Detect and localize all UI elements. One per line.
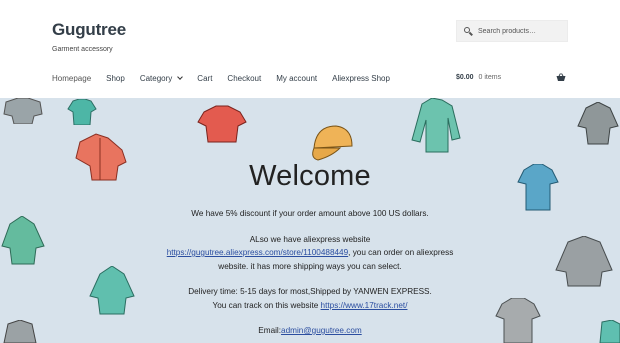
hoodie-illustration xyxy=(3,98,43,124)
tracking-line: You can track on this website https://ww… xyxy=(0,301,620,310)
aliexpress-line-suffix: , you can order on aliexpress xyxy=(348,248,454,257)
nav-item-checkout[interactable]: Checkout xyxy=(227,74,261,83)
aliexpress-shipping-note: website. it has more shipping ways you c… xyxy=(218,262,402,271)
nav-item-my-account[interactable]: My account xyxy=(276,74,317,83)
nav-item-category[interactable]: Category xyxy=(139,74,184,83)
nav-item-aliexpress-shop[interactable]: Aliexpress Shop xyxy=(332,74,390,83)
email-label: Email: xyxy=(258,326,282,335)
search-input[interactable] xyxy=(478,27,566,35)
teal-longsleeve-illustration xyxy=(411,98,461,153)
welcome-heading: Welcome xyxy=(249,160,371,192)
cart-count: 0 items xyxy=(478,74,502,81)
aliexpress-store-link[interactable]: https://gugutree.aliexpress.com/store/11… xyxy=(167,248,348,257)
site-header: Gugutree Garment accessory Homepage Shop… xyxy=(0,0,620,98)
teal-shirt-illustration xyxy=(67,99,97,125)
aliexpress-line: https://gugutree.aliexpress.com/store/11… xyxy=(0,248,620,257)
email-line: Email:admin@gugutree.com xyxy=(0,326,620,335)
nav-item-homepage[interactable]: Homepage xyxy=(52,74,91,83)
aliexpress-intro: ALso we have aliexpress website xyxy=(249,235,371,244)
nav-item-shop[interactable]: Shop xyxy=(106,74,125,83)
search-icon[interactable] xyxy=(464,26,473,36)
primary-navigation: Homepage Shop Category Cart Checkout My … xyxy=(52,74,405,83)
red-tshirt-illustration xyxy=(197,105,247,143)
cap-illustration xyxy=(312,125,353,161)
discount-notice: We have 5% discount if your order amount… xyxy=(191,209,429,218)
basket-icon[interactable] xyxy=(556,73,566,82)
site-branding: Gugutree Garment accessory xyxy=(52,20,126,53)
tracking-link[interactable]: https://www.17track.net/ xyxy=(321,301,408,310)
welcome-banner: Welcome We have 5% discount if your orde… xyxy=(0,98,620,343)
email-link[interactable]: admin@gugutree.com xyxy=(281,326,362,335)
nav-item-cart[interactable]: Cart xyxy=(197,74,212,83)
site-tagline: Garment accessory xyxy=(52,46,113,53)
nav-item-category-label: Category xyxy=(139,74,173,83)
product-search[interactable] xyxy=(456,20,568,42)
tracking-prefix: You can track on this website xyxy=(212,301,321,310)
delivery-time-text: Delivery time: 5-15 days for most,Shippe… xyxy=(188,287,432,296)
grey-hoodie-illustration xyxy=(577,102,619,145)
site-title[interactable]: Gugutree xyxy=(52,20,126,40)
cart-amount: $0.00 xyxy=(456,74,474,81)
chevron-down-icon xyxy=(177,74,184,80)
header-cart[interactable]: $0.00 0 items xyxy=(456,73,568,82)
